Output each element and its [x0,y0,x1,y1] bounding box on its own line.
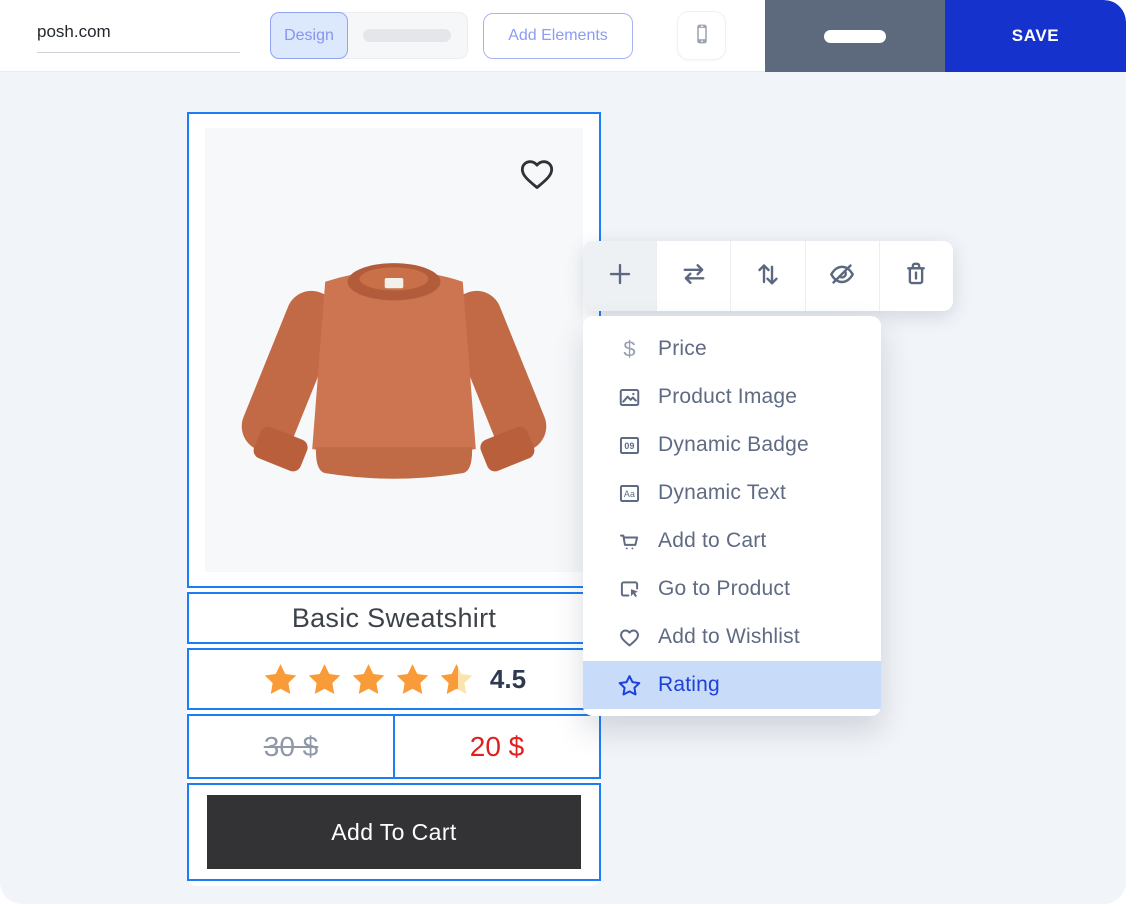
star-icon [616,672,642,698]
top-toolbar: Design Add Elements SAVE [0,0,1126,72]
product-rating-block[interactable]: 4.5 [187,648,601,710]
heart-icon [616,624,642,650]
menu-item-add-to-cart[interactable]: Add to Cart [583,517,881,565]
redacted-label-pill [824,30,886,43]
product-image-sweatshirt [236,224,552,572]
plus-icon [605,259,635,294]
product-title: Basic Sweatshirt [292,603,496,634]
text-aa-icon: Aa [616,480,642,506]
editor-window: Design Add Elements SAVE [0,0,1126,904]
add-to-cart-button[interactable]: Add To Cart [207,795,581,869]
menu-item-rating[interactable]: Rating [583,661,881,709]
add-element-menu: $ Price Product Image 09 Dynamic Badge Aa Dyna… [583,316,881,716]
menu-item-label: Dynamic Badge [658,433,809,457]
svg-text:Aa: Aa [623,488,634,498]
svg-text:09: 09 [624,441,634,451]
tab-design[interactable]: Design [270,12,348,59]
wishlist-heart-button[interactable] [517,154,557,197]
site-url-input[interactable] [37,16,240,53]
eye-off-icon [827,259,857,294]
trash-icon [901,259,931,294]
full-star-icon [306,661,343,698]
image-icon [616,384,642,410]
product-image-block[interactable] [187,112,601,588]
swap-horizontal-button[interactable] [657,241,731,311]
current-price: 20 $ [395,716,599,777]
placeholder-pill [363,29,451,42]
smartphone-icon [689,21,715,50]
view-mode-tabs: Design [270,12,468,59]
add-to-cart-block[interactable]: Add To Cart [187,783,601,881]
product-card[interactable]: Basic Sweatshirt 4.5 30 $ 20 $ Add To Ca… [187,112,601,881]
star-rating [262,661,475,698]
badge-09-icon: 09 [616,432,642,458]
full-star-icon [350,661,387,698]
menu-item-label: Dynamic Text [658,481,786,505]
menu-item-label: Go to Product [658,577,790,601]
add-elements-button[interactable]: Add Elements [483,13,633,59]
element-toolbar [583,241,953,311]
mobile-preview-button[interactable] [677,11,726,60]
editor-canvas: Basic Sweatshirt 4.5 30 $ 20 $ Add To Ca… [0,72,1126,904]
product-price-block[interactable]: 30 $ 20 $ [187,714,601,779]
half-star-icon [438,661,475,698]
secondary-action-button[interactable] [765,0,945,72]
rating-value: 4.5 [490,664,526,695]
swap-horizontal-icon [679,259,709,294]
menu-item-add-to-wishlist[interactable]: Add to Wishlist [583,613,881,661]
go-to-product-icon [616,576,642,602]
full-star-icon [394,661,431,698]
menu-item-label: Rating [658,673,720,697]
delete-element-button[interactable] [880,241,953,311]
save-button[interactable]: SAVE [945,0,1126,72]
heart-icon [517,182,557,197]
product-title-block[interactable]: Basic Sweatshirt [187,592,601,644]
menu-item-price[interactable]: $ Price [583,325,881,373]
hide-element-button[interactable] [806,241,880,311]
full-star-icon [262,661,299,698]
dollar-icon: $ [616,336,642,362]
menu-item-dynamic-badge[interactable]: 09 Dynamic Badge [583,421,881,469]
menu-item-go-to-product[interactable]: Go to Product [583,565,881,613]
menu-item-dynamic-text[interactable]: Aa Dynamic Text [583,469,881,517]
old-price: 30 $ [189,716,395,777]
svg-text:$: $ [623,337,635,361]
swap-vertical-icon [753,259,783,294]
menu-item-label: Product Image [658,385,797,409]
menu-item-label: Price [658,337,707,361]
product-photo [205,128,583,572]
cart-icon [616,528,642,554]
menu-item-product-image[interactable]: Product Image [583,373,881,421]
tab-placeholder[interactable] [347,13,467,58]
menu-item-label: Add to Cart [658,529,766,553]
swap-vertical-button[interactable] [731,241,805,311]
menu-item-label: Add to Wishlist [658,625,800,649]
add-element-button[interactable] [583,241,657,311]
